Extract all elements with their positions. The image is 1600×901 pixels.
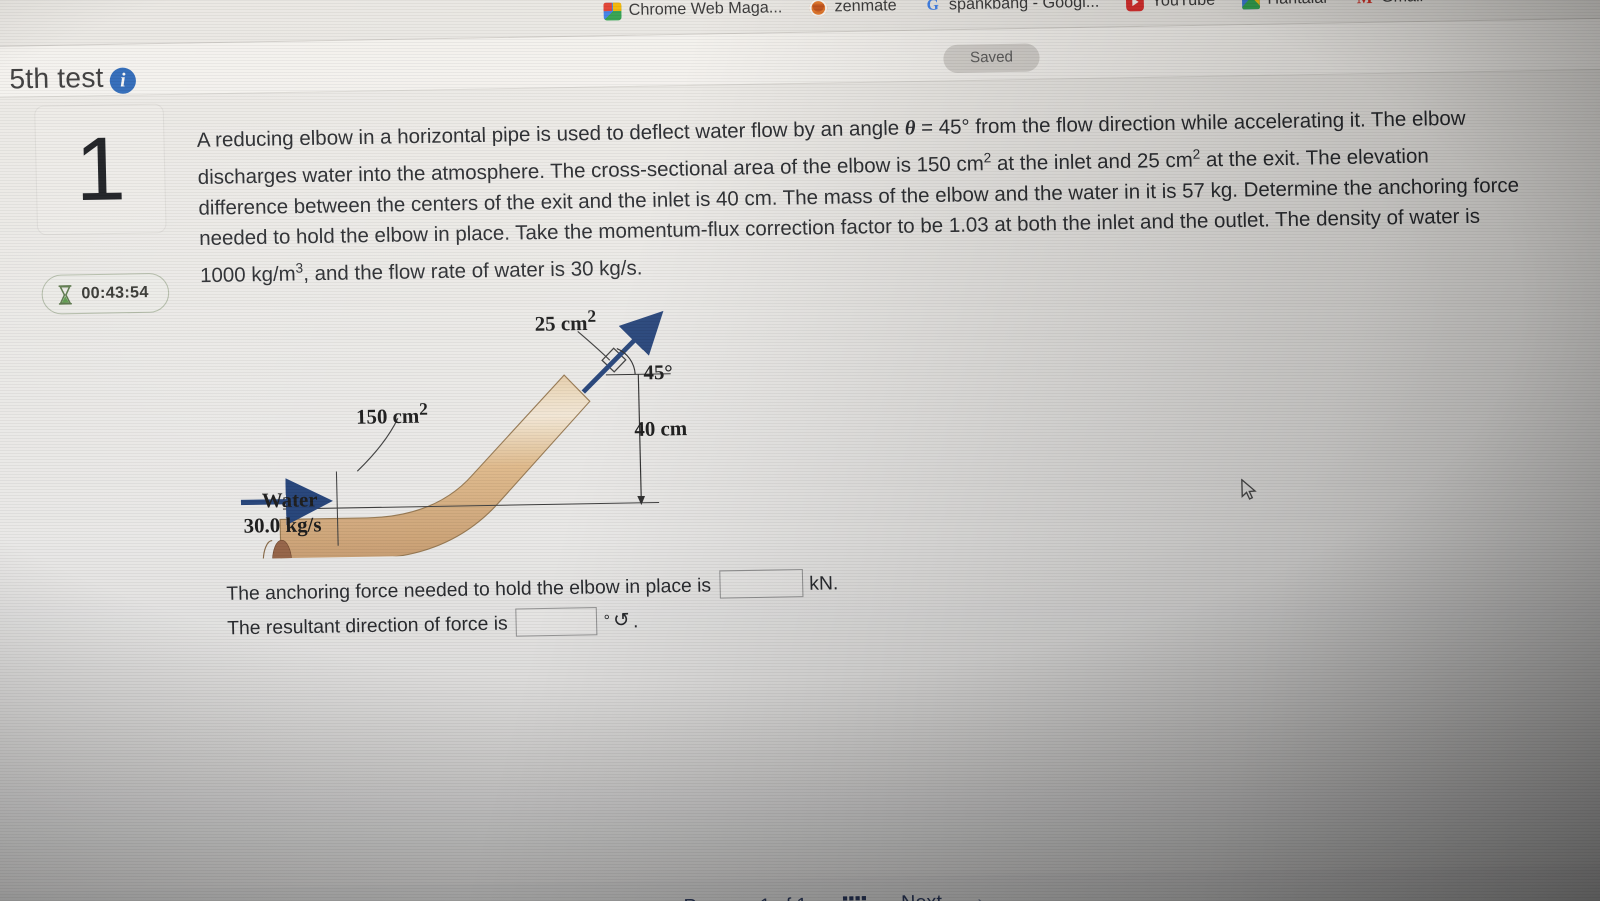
next-chevron-icon: › <box>977 891 983 901</box>
status-badge: Saved <box>943 43 1040 74</box>
timer-value: 00:43:54 <box>81 283 149 303</box>
answer-row-direction: The resultant direction of force is ° ↺ … <box>227 599 1064 642</box>
prev-button[interactable]: Prev <box>683 895 724 901</box>
youtube-icon <box>1126 0 1145 11</box>
pipe-body <box>279 374 591 561</box>
counterclockwise-icon: ↺ <box>612 609 631 632</box>
zenmate-icon <box>809 0 828 17</box>
inlet-area-label: 150 cm2 <box>355 398 429 430</box>
resultant-direction-input[interactable] <box>515 607 598 637</box>
bookmark-label: Chrome Web Maga... <box>628 0 783 20</box>
bookmark-label: YouTube <box>1151 0 1216 10</box>
page-indicator: 1 of 1 <box>760 894 808 901</box>
flow-rate-label: 30.0 kg/s <box>243 513 322 538</box>
bookmark-label: zenmate <box>834 0 897 16</box>
bookmark-chrome-web-store[interactable]: Chrome Web Maga... <box>603 0 783 21</box>
photographed-screen: Chrome Web Maga... zenmate G spankbang -… <box>0 0 1600 901</box>
page-title: 5th test <box>9 61 104 95</box>
gmail-icon: M <box>1356 0 1374 7</box>
bookmark-label: Haritalar <box>1267 0 1329 9</box>
answer-label-direction: The resultant direction of force is <box>226 611 508 639</box>
angle-label: 45° <box>643 361 674 385</box>
question-number: 1 <box>74 118 127 221</box>
exit-area-label: 25 cm2 <box>534 306 597 337</box>
browser-window: Chrome Web Maga... zenmate G spankbang -… <box>0 0 1600 901</box>
google-maps-icon <box>1242 0 1261 9</box>
water-label: Water <box>261 488 318 513</box>
countdown-timer: 00:43:54 <box>41 272 170 315</box>
answer-label-force: The anchoring force needed to hold the e… <box>226 573 712 604</box>
bookmark-zenmate[interactable]: zenmate <box>809 0 897 17</box>
elbow-diagram: 25 cm2 150 cm2 45° 40 cm Water 30.0 kg/s <box>234 300 723 586</box>
info-icon[interactable]: i <box>109 67 137 95</box>
question-text-p4: , and the flow rate of water is 30 kg/s. <box>302 256 643 286</box>
bookmark-youtube[interactable]: YouTube <box>1126 0 1215 11</box>
question-text-p2: at the inlet and 25 cm <box>991 148 1194 176</box>
bookmark-label: Gmail <box>1381 0 1424 7</box>
question-sheet: Saved 1 00:43:54 A reducing elbow in a h… <box>0 43 1600 893</box>
grid-icon[interactable] <box>842 895 866 901</box>
theta-symbol: θ <box>904 117 916 140</box>
answer-period: . <box>632 608 639 631</box>
question-number-card: 1 <box>34 103 167 236</box>
answer-unit-force: kN. <box>808 570 839 594</box>
degree-symbol: ° <box>603 612 611 630</box>
mouse-pointer-icon <box>1241 478 1260 503</box>
bookmark-gmail[interactable]: M Gmail <box>1356 0 1424 7</box>
answer-area: The anchoring force needed to hold the e… <box>226 564 1064 648</box>
bookmark-spankbang-google[interactable]: G spankbang - Googl... <box>924 0 1100 15</box>
question-text: A reducing elbow in a horizontal pipe is… <box>197 103 1523 291</box>
prev-chevron-icon: ‹ <box>642 897 648 901</box>
bookmark-label: spankbang - Googl... <box>948 0 1100 14</box>
bookmark-haritalar[interactable]: Haritalar <box>1242 0 1329 9</box>
hourglass-icon <box>57 284 73 305</box>
elevation-label: 40 cm <box>634 417 688 442</box>
anchoring-force-input[interactable] <box>719 568 804 599</box>
google-icon: G <box>926 0 940 14</box>
question-text-p1: A reducing elbow in a horizontal pipe is… <box>196 116 906 153</box>
chrome-web-store-icon <box>603 2 622 21</box>
next-button[interactable]: Next <box>901 891 942 901</box>
